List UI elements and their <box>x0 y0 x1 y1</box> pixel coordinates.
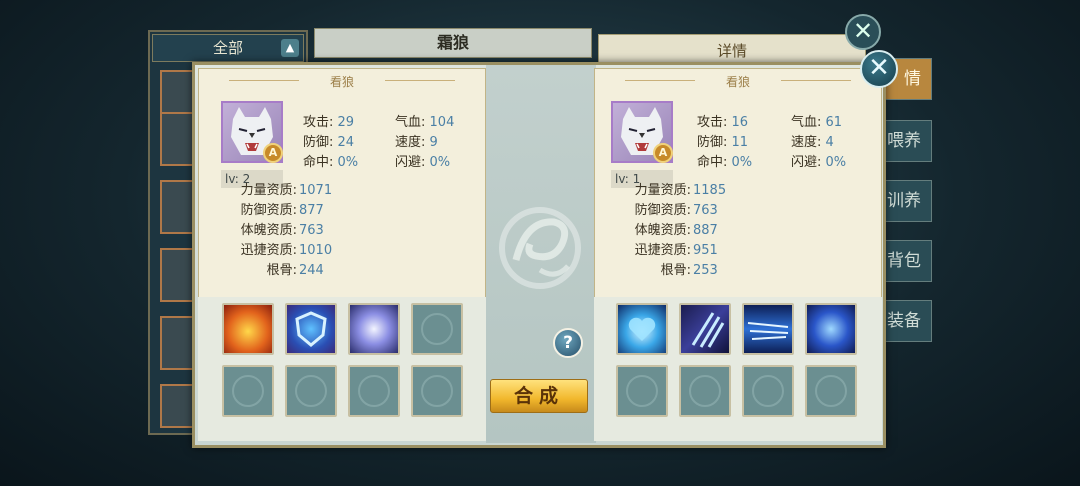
stat-speed: 速度: 4 <box>791 135 834 150</box>
stat-dodge: 闪避: 0% <box>791 155 847 170</box>
vortex-skill-icon[interactable] <box>348 303 400 355</box>
empty-skill-slot[interactable] <box>679 365 731 417</box>
pet-name: 霜狼 <box>436 33 469 52</box>
aptitude-physique: 体魄资质: 887 <box>634 223 718 238</box>
stat-hit: 命中: 0% <box>303 155 359 170</box>
left-pet-panel: 看狼 A lv: 2 攻击: 29 气血: 104 防御: 24 速度: 9 命… <box>198 68 486 441</box>
grade-badge: A <box>263 143 283 163</box>
stat-defense: 防御: 24 <box>303 135 355 150</box>
stat-defense: 防御: 11 <box>697 135 749 150</box>
aptitude-physique: 体魄资质: 763 <box>240 223 324 238</box>
whirlwind-skill-icon[interactable] <box>805 303 857 355</box>
aptitude-defense: 防御资质: 877 <box>240 203 324 218</box>
help-button[interactable]: ? <box>553 328 583 358</box>
side-tab-equip[interactable]: 装备 <box>878 300 932 342</box>
side-tab-bag[interactable]: 背包 <box>878 240 932 282</box>
empty-skill-slot[interactable] <box>411 303 463 355</box>
heart-skill-icon[interactable] <box>616 303 668 355</box>
panel-title: 看狼 <box>725 75 750 89</box>
empty-skill-slot[interactable] <box>742 365 794 417</box>
close-icon[interactable]: ✕ <box>860 50 898 88</box>
aptitude-root-bone: 根骨: 253 <box>660 263 718 278</box>
chevron-up-icon[interactable]: ▲ <box>281 39 299 57</box>
stat-attack: 攻击: 29 <box>303 115 355 130</box>
empty-skill-slot[interactable] <box>285 365 337 417</box>
filter-label: 全部 <box>212 39 243 57</box>
empty-skill-slot[interactable] <box>616 365 668 417</box>
claw-skill-icon[interactable] <box>679 303 731 355</box>
aptitude-strength: 力量资质: 1071 <box>240 183 333 198</box>
empty-skill-slot[interactable] <box>805 365 857 417</box>
question-icon: ? <box>563 333 573 353</box>
empty-skill-slot[interactable] <box>411 365 463 417</box>
empty-skill-slot[interactable] <box>348 365 400 417</box>
pet-name-header: 霜狼 <box>314 28 592 58</box>
aptitude-agility: 迅捷资质: 951 <box>634 243 718 258</box>
side-tab-feed[interactable]: 喂养 <box>878 120 932 162</box>
dragon-emblem-icon <box>499 207 581 289</box>
aptitude-strength: 力量资质: 1185 <box>634 183 727 198</box>
detail-tab-label: 详情 <box>716 42 747 60</box>
aptitude-defense: 防御资质: 763 <box>634 203 718 218</box>
shield-skill-icon[interactable] <box>285 303 337 355</box>
right-pet-panel: 看狼 A lv: 1 攻击: 16 气血: 61 防御: 11 速度: 4 命中… <box>594 68 882 441</box>
aptitude-agility: 迅捷资质: 1010 <box>240 243 333 258</box>
panel-title: 看狼 <box>329 75 354 89</box>
skill-grid <box>594 297 882 441</box>
aptitude-root-bone: 根骨: 244 <box>266 263 324 278</box>
side-tab-train[interactable]: 训养 <box>878 180 932 222</box>
grade-badge: A <box>653 143 673 163</box>
stat-hit: 命中: 0% <box>697 155 753 170</box>
pet-filter-dropdown[interactable]: 全部 ▲ <box>152 34 304 62</box>
skill-grid <box>198 297 486 441</box>
stat-hp: 气血: 104 <box>395 115 455 130</box>
stat-dodge: 闪避: 0% <box>395 155 451 170</box>
stat-speed: 速度: 9 <box>395 135 438 150</box>
stat-hp: 气血: 61 <box>791 115 843 130</box>
wind-skill-icon[interactable] <box>742 303 794 355</box>
background-close-icon[interactable]: ✕ <box>845 14 881 50</box>
empty-skill-slot[interactable] <box>222 365 274 417</box>
fire-tiger-skill-icon[interactable] <box>222 303 274 355</box>
stat-attack: 攻击: 16 <box>697 115 749 130</box>
merge-button[interactable]: 合成 <box>490 379 588 413</box>
